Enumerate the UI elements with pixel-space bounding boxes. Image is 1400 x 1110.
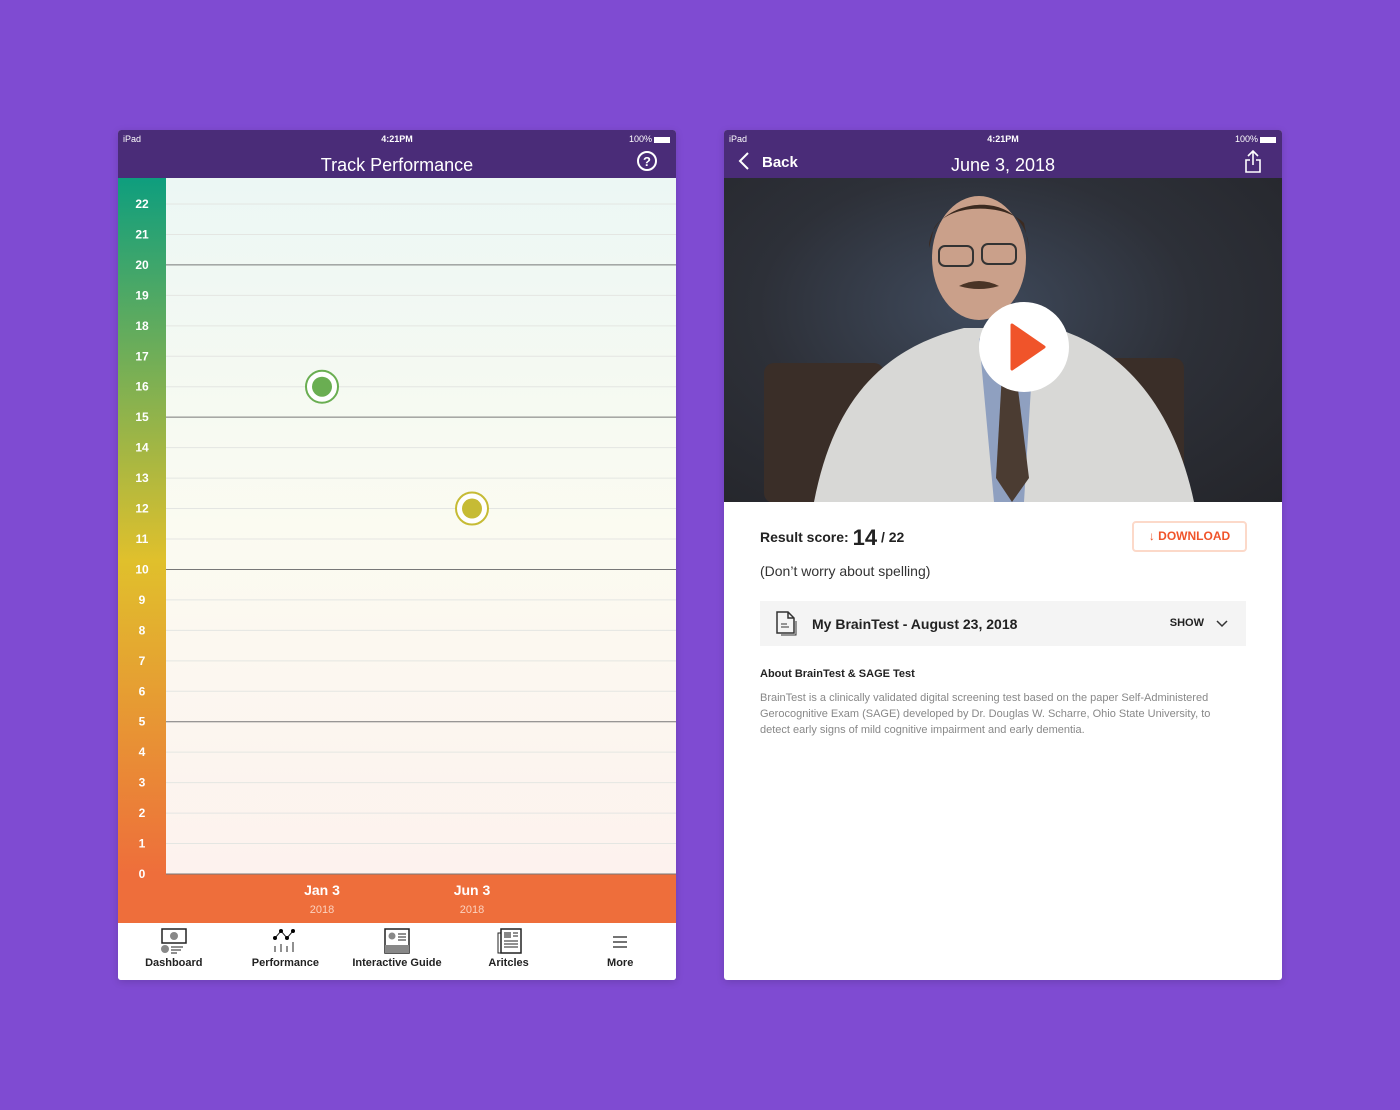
document-row[interactable]: My BrainTest - August 23, 2018 SHOW bbox=[760, 601, 1246, 646]
x-axis-band bbox=[118, 874, 676, 923]
show-toggle[interactable]: SHOW bbox=[1170, 617, 1204, 629]
status-bar: iPad 4:21PM 100% bbox=[724, 130, 1282, 148]
clock: 4:21PM bbox=[987, 134, 1019, 144]
y-tick-label: 17 bbox=[135, 349, 149, 363]
performance-chart: 012345678910111213141516171819202122Jan … bbox=[118, 178, 676, 923]
y-tick-label: 9 bbox=[139, 593, 146, 607]
hint-text: (Don’t worry about spelling) bbox=[760, 563, 931, 579]
articles-icon bbox=[497, 928, 522, 954]
tab-articles[interactable]: Aritcles bbox=[453, 923, 565, 980]
tab-dashboard[interactable]: Dashboard bbox=[118, 923, 230, 980]
nav-bar: Back June 3, 2018 bbox=[724, 148, 1282, 178]
about-text: BrainTest is a clinically validated digi… bbox=[760, 692, 1211, 736]
y-tick-label: 1 bbox=[139, 837, 146, 851]
video-player[interactable] bbox=[724, 178, 1282, 502]
battery: 100% bbox=[1235, 134, 1276, 144]
play-button[interactable] bbox=[979, 302, 1069, 392]
tab-interactive-guide[interactable]: Interactive Guide bbox=[341, 923, 453, 980]
score-value: 14 bbox=[852, 525, 878, 550]
y-tick-label: 7 bbox=[139, 654, 146, 668]
y-tick-label: 20 bbox=[135, 258, 149, 272]
guide-icon bbox=[384, 928, 410, 954]
y-tick-label: 3 bbox=[139, 776, 146, 790]
y-tick-label: 14 bbox=[135, 441, 149, 455]
clock: 4:21PM bbox=[381, 134, 413, 144]
tab-label: Dashboard bbox=[145, 957, 203, 969]
y-tick-label: 0 bbox=[139, 867, 146, 881]
y-axis-rail bbox=[118, 178, 166, 874]
x-tick-year: 2018 bbox=[460, 904, 484, 916]
data-point bbox=[312, 376, 332, 397]
battery-percent: 100% bbox=[628, 134, 652, 144]
tab-label: More bbox=[607, 957, 634, 969]
data-point bbox=[462, 498, 482, 519]
y-tick-label: 19 bbox=[135, 288, 149, 302]
page-title: June 3, 2018 bbox=[950, 155, 1056, 175]
battery-icon bbox=[654, 136, 670, 143]
y-tick-label: 15 bbox=[135, 410, 149, 424]
y-tick-label: 13 bbox=[135, 471, 149, 485]
arrow-down-icon: ↓ bbox=[1148, 529, 1155, 543]
result-detail-screen: iPad 4:21PM 100% Back June 3, 2018 Resul… bbox=[724, 130, 1282, 980]
y-tick-label: 18 bbox=[135, 319, 149, 333]
battery-icon bbox=[1260, 136, 1276, 143]
download-label: DOWNLOAD bbox=[1158, 529, 1231, 543]
performance-icon bbox=[273, 929, 296, 952]
plot-background bbox=[166, 178, 676, 874]
document-icon bbox=[776, 611, 797, 636]
nav-bar: Track Performance ? bbox=[118, 148, 676, 178]
x-tick-year: 2018 bbox=[310, 904, 334, 916]
y-tick-label: 11 bbox=[136, 532, 149, 546]
page-title: Track Performance bbox=[320, 155, 474, 175]
score-total: / 22 bbox=[880, 529, 905, 545]
track-performance-screen: iPad 4:21PM 100% Track Performance ? 012… bbox=[118, 130, 676, 980]
about-title: About BrainTest & SAGE Test bbox=[760, 668, 915, 680]
y-tick-label: 10 bbox=[135, 562, 149, 576]
tab-bar: Dashboard Performance Interactive Guide … bbox=[118, 923, 676, 980]
help-icon[interactable]: ? bbox=[637, 151, 657, 171]
x-tick-label: Jan 3 bbox=[304, 882, 340, 898]
y-tick-label: 8 bbox=[139, 623, 146, 637]
x-tick-label: Jun 3 bbox=[454, 882, 491, 898]
battery: 100% bbox=[629, 134, 670, 144]
status-bar: iPad 4:21PM 100% bbox=[118, 130, 676, 148]
y-tick-label: 2 bbox=[139, 806, 146, 820]
y-tick-label: 5 bbox=[139, 715, 146, 729]
y-tick-label: 12 bbox=[135, 502, 149, 516]
result-score: Result score: 14 / 22 bbox=[760, 525, 904, 551]
y-tick-label: 16 bbox=[135, 380, 149, 394]
tab-label: Performance bbox=[251, 957, 320, 969]
tab-performance[interactable]: Performance bbox=[230, 923, 342, 980]
dashboard-icon bbox=[160, 928, 187, 954]
chevron-down-icon bbox=[1216, 620, 1228, 628]
tab-more[interactable]: More bbox=[564, 923, 676, 980]
battery-percent: 100% bbox=[1234, 134, 1258, 144]
play-icon bbox=[1010, 323, 1046, 371]
y-tick-label: 4 bbox=[139, 745, 146, 759]
download-button[interactable]: ↓ DOWNLOAD bbox=[1132, 521, 1247, 552]
y-tick-label: 21 bbox=[135, 227, 149, 241]
menu-icon bbox=[613, 936, 628, 948]
document-title: My BrainTest - August 23, 2018 bbox=[812, 616, 1018, 632]
y-tick-label: 22 bbox=[135, 197, 149, 211]
tab-label: Interactive Guide bbox=[352, 957, 442, 969]
y-tick-label: 6 bbox=[139, 684, 146, 698]
tab-label: Aritcles bbox=[488, 957, 529, 969]
share-icon[interactable] bbox=[1244, 150, 1262, 174]
score-label: Result score: bbox=[760, 529, 849, 545]
